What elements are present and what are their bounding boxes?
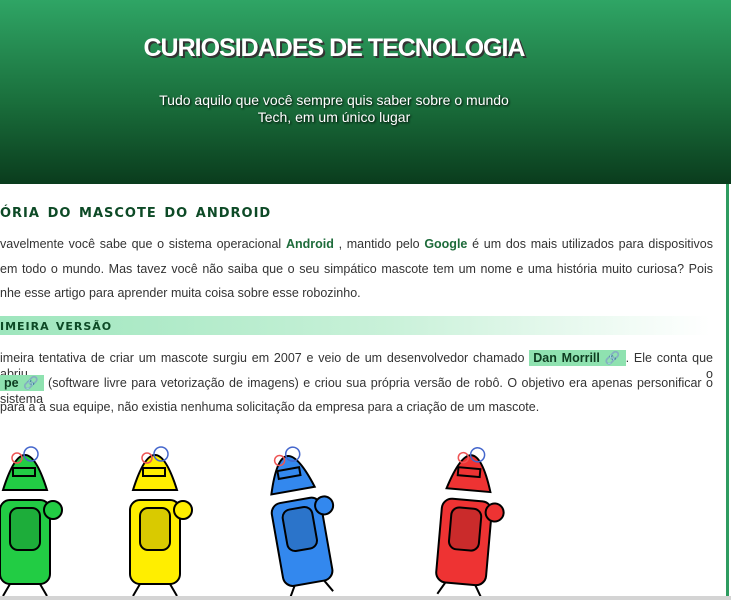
- link-text: pe: [4, 376, 19, 390]
- inkscape-link[interactable]: pe 🔗: [0, 375, 44, 391]
- robot: [435, 447, 505, 596]
- site-header: CURIOSIDADES DE TECNOLOGIA Tudo aquilo q…: [0, 0, 731, 184]
- link-text: Dan Morrill: [533, 351, 600, 365]
- dan-morrill-link[interactable]: Dan Morrill 🔗: [529, 350, 626, 366]
- link-icon: 🔗: [604, 351, 622, 365]
- text: vavelmente você sabe que o sistema opera…: [0, 237, 282, 251]
- site-subtitle: Tudo aquilo que você sempre quis saber s…: [0, 92, 668, 126]
- article-title: ória do mascote do android: [0, 200, 272, 222]
- android-robots-image: [0, 446, 505, 596]
- subtitle-line: Tech, em um único lugar: [257, 109, 411, 125]
- site-title: CURIOSIDADES DE TECNOLOGIA: [143, 34, 526, 62]
- google-highlight: Google: [424, 237, 468, 251]
- robot: [129, 446, 193, 596]
- paragraph-line: para a a sua equipe, não existia nenhuma…: [0, 400, 540, 414]
- section-heading: imeira versão: [0, 316, 710, 335]
- link-icon: 🔗: [23, 376, 40, 390]
- horizontal-scrollbar[interactable]: [0, 596, 731, 600]
- text: é um dos mais utilizados para dispositiv…: [472, 237, 713, 251]
- robot: [0, 446, 63, 596]
- article-content: ória do mascote do android vavelmente vo…: [0, 184, 729, 596]
- subtitle-line: Tudo aquilo que você sempre quis saber s…: [159, 92, 509, 108]
- paragraph-line: vavelmente você sabe que o sistema opera…: [0, 236, 713, 252]
- text: imeira tentativa de criar um mascote sur…: [0, 351, 525, 365]
- paragraph-line: nhe esse artigo para aprender muita cois…: [0, 286, 361, 300]
- paragraph-line: em todo o mundo. Mas tavez você não saib…: [0, 262, 713, 276]
- robot: [270, 446, 335, 596]
- android-highlight: Android: [285, 237, 334, 251]
- text: , mantido pelo: [338, 237, 420, 251]
